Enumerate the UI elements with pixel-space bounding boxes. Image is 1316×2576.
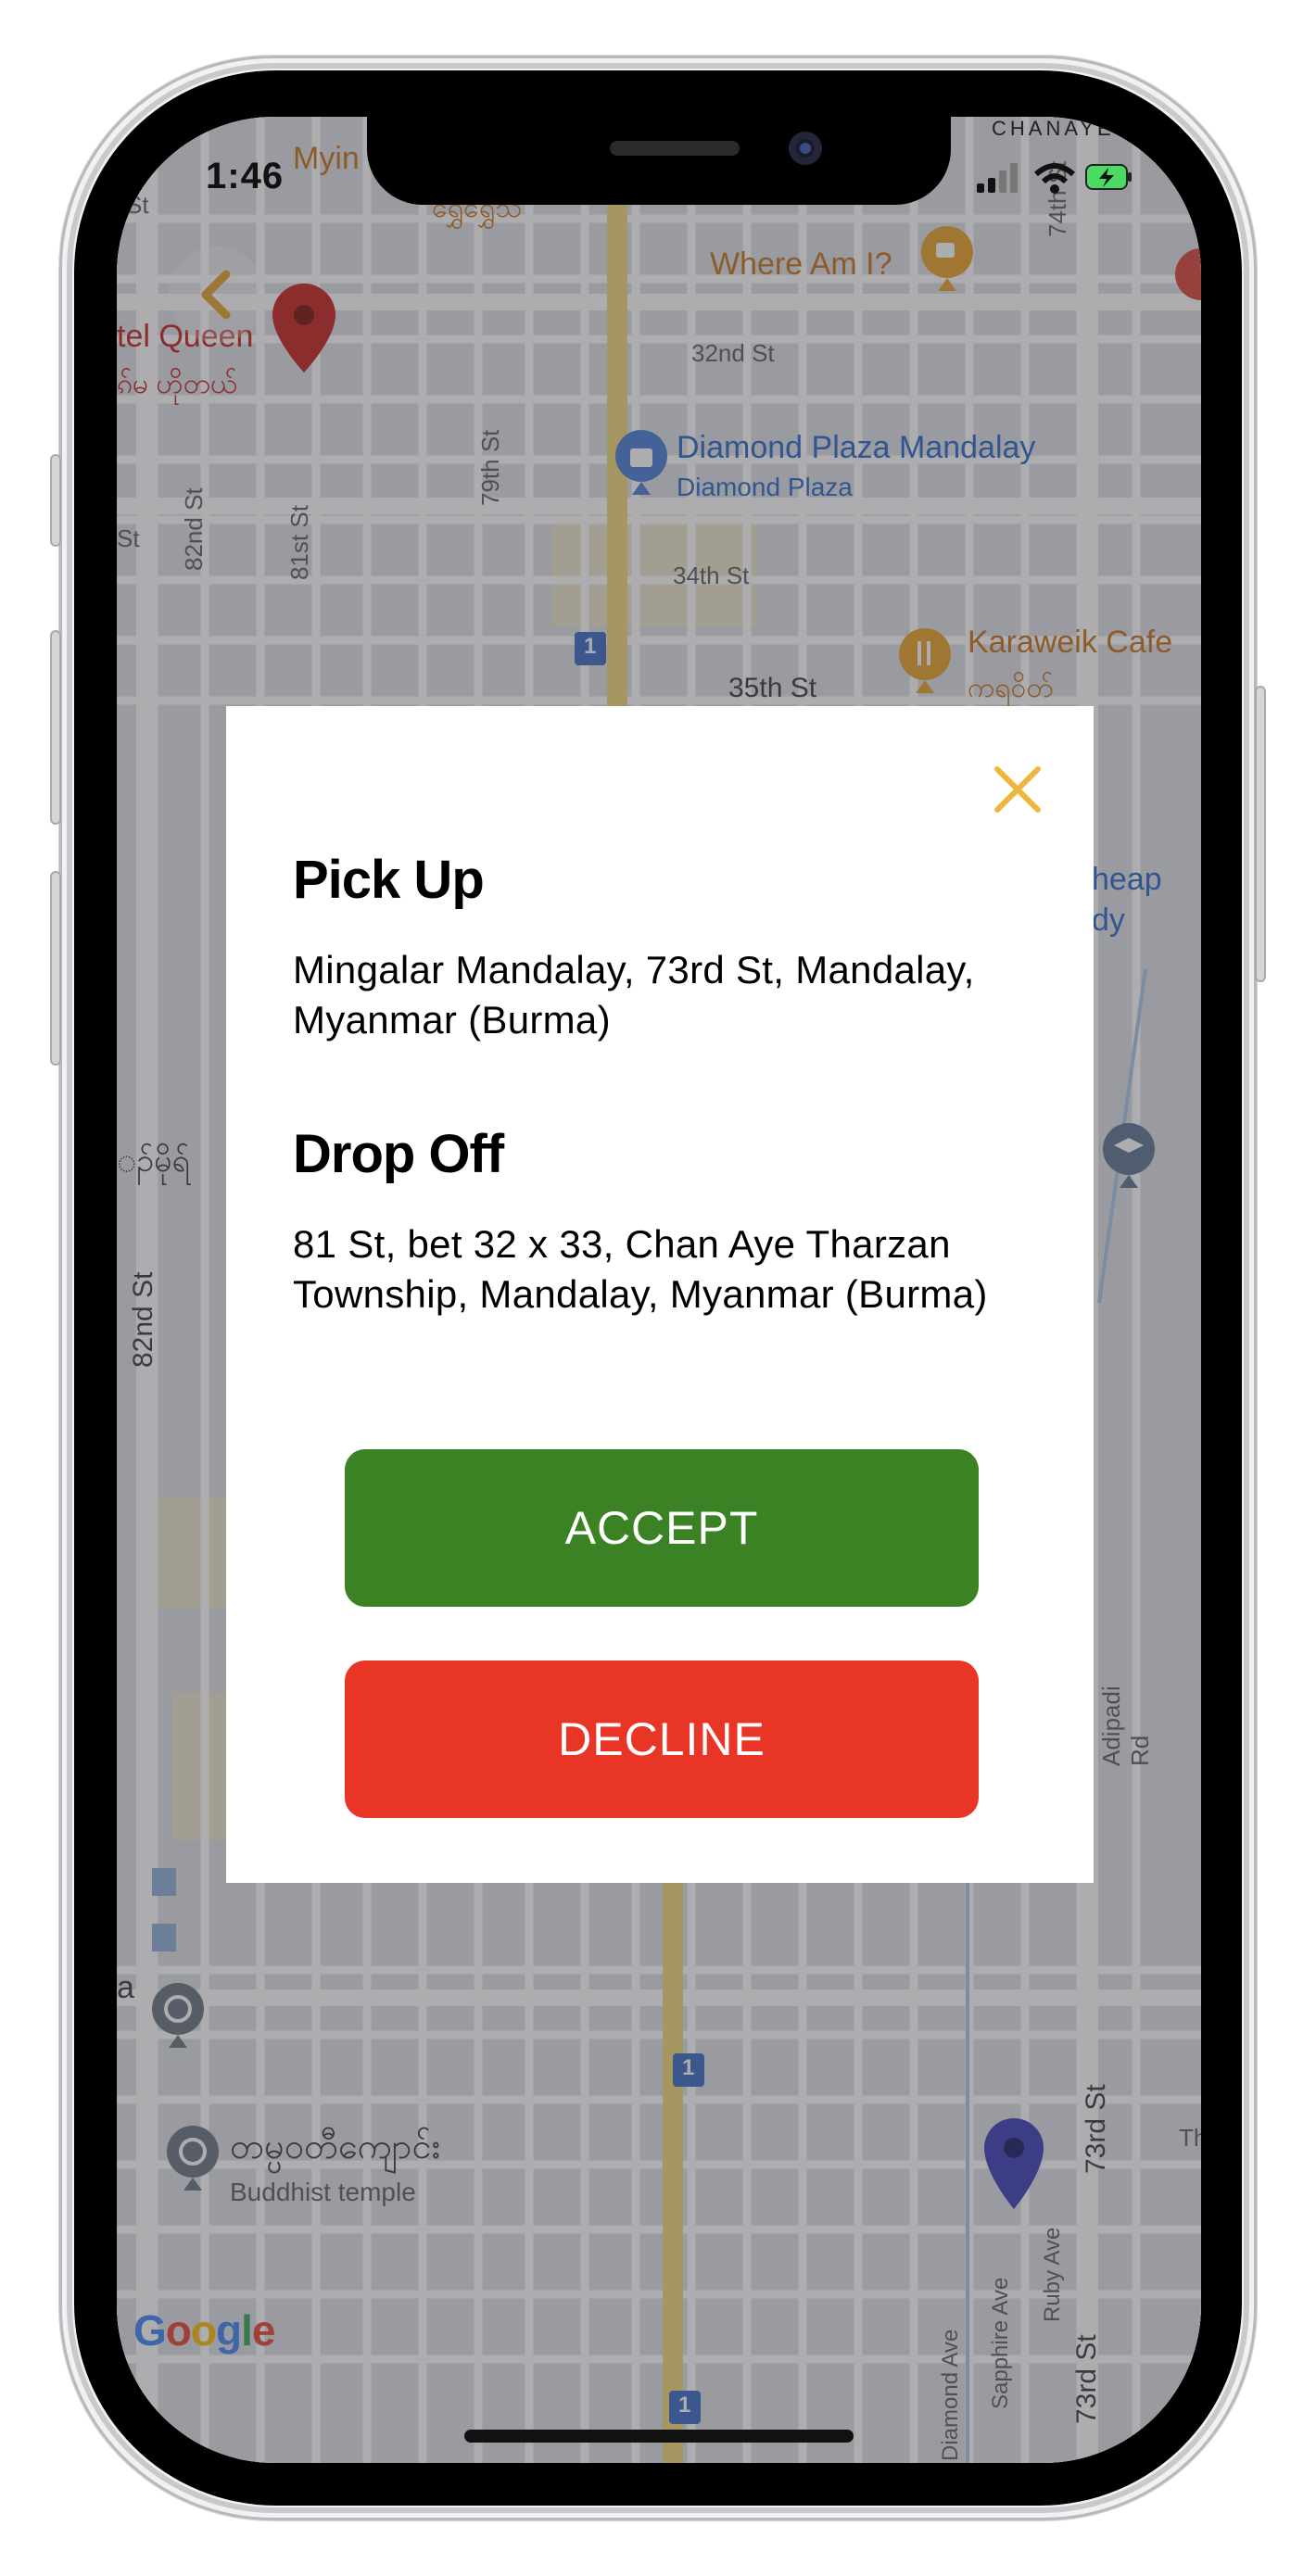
phone-screen: Myin ရွှေရွှေသ St St Where Am I? 32nd St… [117,117,1201,2463]
pickup-title: Pick Up [293,850,485,910]
decline-button[interactable]: DECLINE [345,1661,979,1818]
earpiece-speaker [610,141,740,156]
volume-up-button [50,630,61,825]
notch [367,117,951,205]
status-time: 1:46 [206,156,285,196]
status-icons [977,163,1132,194]
close-icon [994,766,1041,813]
power-button [1255,686,1266,982]
cellular-signal-icon [977,163,1018,193]
dropoff-address: 81 St, bet 32 x 33, Chan Aye Tharzan Tow… [293,1222,988,1316]
silent-switch [50,454,61,547]
ride-request-modal: Pick Up Mingalar Mandalay, 73rd St, Mand… [226,706,1094,1883]
wifi-icon [1033,163,1076,194]
battery-charging-icon [1085,164,1132,190]
accept-button[interactable]: ACCEPT [345,1449,979,1607]
home-indicator[interactable] [464,2430,854,2443]
volume-down-button [50,871,61,1066]
front-camera [789,132,822,165]
pickup-address: Mingalar Mandalay, 73rd St, Mandalay, My… [293,948,975,1042]
dropoff-title: Drop Off [293,1124,504,1184]
close-button[interactable] [981,752,1055,827]
carrier-label: CHANAYE [992,117,1115,140]
